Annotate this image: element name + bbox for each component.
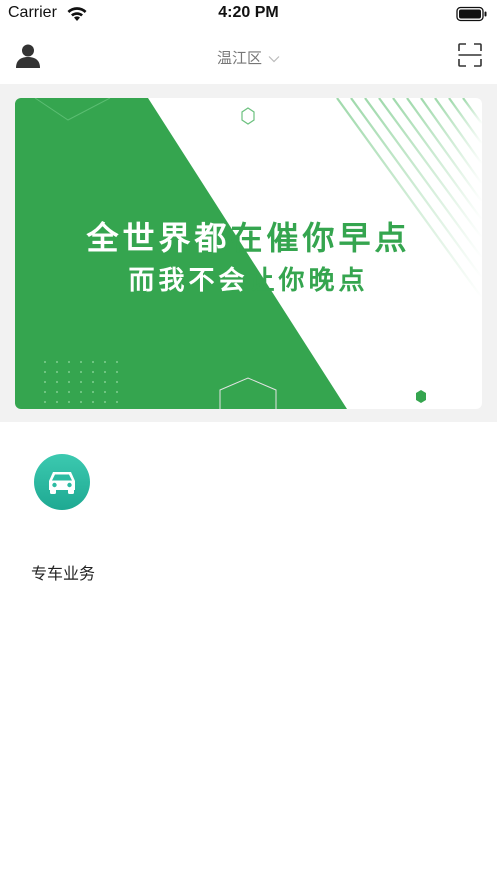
location-select[interactable]: 温江区 bbox=[0, 47, 497, 68]
nav-bar: 温江区 bbox=[0, 30, 497, 84]
chevron-down-icon bbox=[268, 55, 280, 62]
car-icon-badge bbox=[34, 454, 90, 510]
banner-area: 全世界都在催你早点 而我不会让你晚点 bbox=[0, 84, 497, 422]
banner-subline: 而我不会让你晚点 bbox=[15, 260, 482, 297]
service-item-special-car[interactable]: 专车业务 bbox=[20, 452, 106, 583]
services-grid: 专车业务 bbox=[0, 422, 497, 883]
car-icon bbox=[49, 472, 75, 494]
battery-icon bbox=[456, 6, 487, 22]
service-label: 专车业务 bbox=[30, 564, 95, 583]
banner-carousel[interactable]: 全世界都在催你早点 而我不会让你晚点 bbox=[15, 98, 482, 409]
banner-headline-green: 在催你早点 bbox=[230, 219, 411, 257]
scan-icon[interactable] bbox=[458, 43, 482, 67]
banner-subline-green: 让你晚点 bbox=[248, 266, 369, 296]
location-label: 温江区 bbox=[216, 49, 262, 67]
banner-subline-white: 而我不会 bbox=[128, 266, 249, 296]
clock: 4:20 PM bbox=[218, 4, 279, 21]
banner-headline-white: 全世界都 bbox=[86, 219, 231, 257]
banner-headline: 全世界都在催你早点 bbox=[15, 213, 482, 259]
status-bar: Carrier 4:20 PM bbox=[0, 0, 497, 30]
